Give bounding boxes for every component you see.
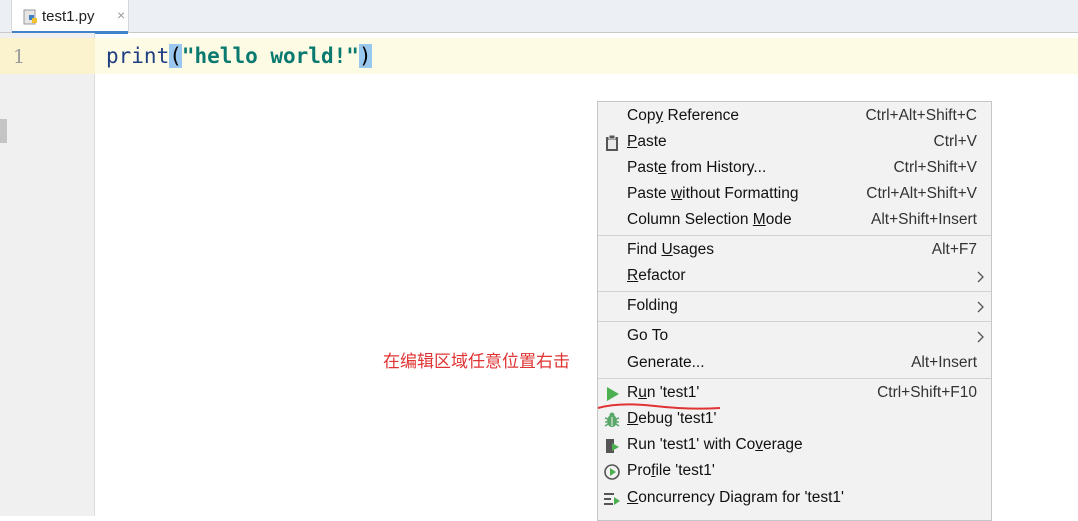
menu-item-label: Profile 'test1' [627, 462, 715, 479]
menu-item-shortcut: Alt+Insert [911, 354, 977, 371]
submenu-arrow-icon [977, 301, 984, 313]
menu-item-label: Folding [627, 297, 678, 314]
menu-item-refactor[interactable]: Refactor [598, 264, 991, 290]
menu-item-label: Run 'test1' with Coverage [627, 436, 803, 453]
annotation-underline [597, 403, 721, 410]
menu-item-label: Paste [627, 133, 667, 150]
menu-item-shortcut: Ctrl+Alt+Shift+C [865, 107, 977, 124]
menu-item-shortcut: Ctrl+Shift+F10 [877, 384, 977, 401]
menu-item-run-with-coverage[interactable]: Run 'test1' with Coverage [598, 433, 991, 459]
menu-item-shortcut: Ctrl+V [933, 133, 978, 150]
code-close-paren: ) [358, 44, 372, 68]
menu-item-label: Go To [627, 327, 669, 344]
menu-item-label: Generate... [627, 354, 705, 371]
tab-test1-py[interactable]: test1.py × [11, 0, 129, 34]
clipboard-icon [606, 134, 618, 151]
menu-item-shortcut: Alt+Shift+Insert [871, 211, 977, 228]
tab-label: test1.py [42, 8, 95, 25]
menu-item-label: Paste without Formatting [627, 185, 799, 202]
menu-item-paste-from-history[interactable]: Paste from History... Ctrl+Shift+V [598, 156, 991, 182]
submenu-arrow-icon [977, 331, 984, 343]
menu-item-shortcut: Ctrl+Alt+Shift+V [866, 185, 977, 202]
menu-item-column-selection-mode[interactable]: Column Selection Mode Alt+Shift+Insert [598, 208, 991, 234]
menu-item-shortcut: Ctrl+Shift+V [893, 159, 977, 176]
concurrency-icon [604, 493, 620, 505]
submenu-arrow-icon [977, 271, 984, 283]
menu-item-label: Concurrency Diagram for 'test1' [627, 489, 844, 506]
menu-item-folding[interactable]: Folding [598, 294, 991, 320]
line-number: 1 [13, 46, 26, 68]
menu-item-find-usages[interactable]: Find Usages Alt+F7 [598, 238, 991, 264]
code-open-paren: ( [169, 44, 182, 68]
menu-separator [598, 378, 991, 379]
menu-item-generate[interactable]: Generate... Alt+Insert [598, 351, 991, 377]
menu-separator [598, 321, 991, 322]
menu-item-go-to[interactable]: Go To [598, 324, 991, 350]
menu-item-label: Paste from History... [627, 159, 767, 176]
profile-icon [604, 464, 620, 480]
menu-item-paste-without-formatting[interactable]: Paste without Formatting Ctrl+Alt+Shift+… [598, 182, 991, 208]
menu-separator [598, 235, 991, 236]
gutter-marker [0, 119, 7, 143]
menu-item-shortcut: Alt+F7 [931, 241, 977, 258]
code-function: print [106, 44, 170, 68]
menu-item-copy-reference[interactable]: Copy Reference Ctrl+Alt+Shift+C [598, 104, 991, 130]
code-line[interactable]: print("hello world!") [106, 44, 372, 68]
python-file-icon [23, 9, 37, 25]
annotation-text: 在编辑区域任意位置右击 [383, 352, 570, 371]
menu-item-label: Find Usages [627, 241, 715, 258]
menu-item-paste[interactable]: Paste Ctrl+V [598, 130, 991, 156]
coverage-icon [606, 439, 619, 453]
context-menu: Copy Reference Ctrl+Alt+Shift+C Paste Ct… [597, 101, 992, 521]
close-icon[interactable]: × [117, 7, 125, 23]
menu-item-label: Refactor [627, 267, 686, 284]
code-string: "hello world!" [181, 44, 359, 68]
menu-separator [598, 291, 991, 292]
menu-item-label: Column Selection Mode [627, 211, 792, 228]
menu-item-concurrency-diagram[interactable]: Concurrency Diagram for 'test1' [598, 486, 991, 512]
editor-gutter [0, 33, 95, 516]
menu-item-profile[interactable]: Profile 'test1' [598, 459, 991, 485]
editor-tab-bar: test1.py × [0, 0, 1078, 34]
menu-item-label: Copy Reference [627, 107, 740, 124]
